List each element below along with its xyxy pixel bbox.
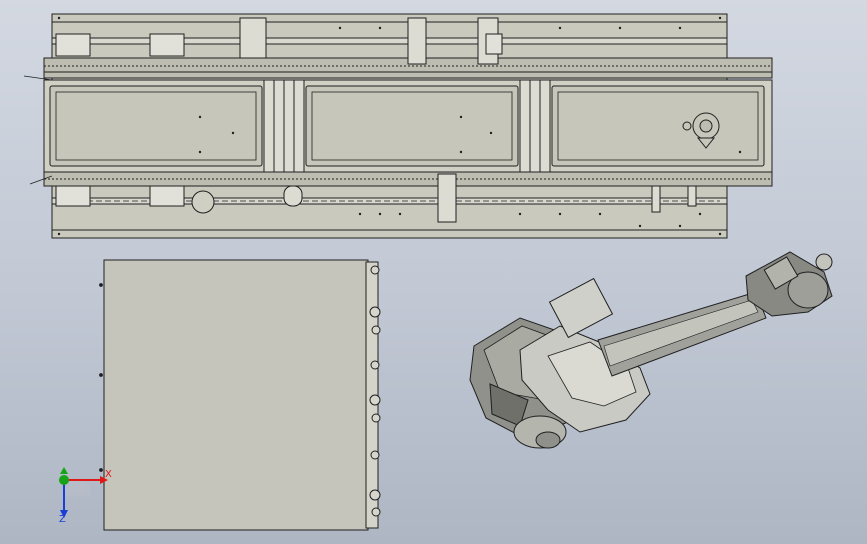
x-axis-label: X [105, 469, 112, 480]
bracket[interactable] [687, 185, 697, 207]
cylinder-block[interactable] [485, 33, 503, 55]
cylinder-block[interactable] [239, 17, 267, 59]
cylinder-block[interactable] [407, 17, 427, 65]
z-axis-label: Z [59, 514, 66, 525]
cad-graphics-viewport[interactable]: X Z [0, 0, 867, 544]
clamp-block[interactable] [55, 185, 91, 207]
fixture-window-1[interactable] [49, 85, 263, 167]
table-edge-marks [99, 283, 103, 472]
robot-arm[interactable] [469, 251, 833, 449]
reference-triad[interactable]: X Z [50, 466, 120, 526]
divider-column-2 [519, 79, 551, 173]
fixture-window-3[interactable] [551, 85, 765, 167]
conveyor-assembly[interactable] [43, 13, 773, 239]
fixture-window-2[interactable] [305, 85, 519, 167]
work-table[interactable] [99, 259, 381, 531]
turret-hub [535, 431, 561, 449]
tool-flange[interactable] [815, 253, 833, 271]
bracket[interactable] [283, 185, 303, 207]
clamp-block[interactable] [149, 185, 185, 207]
y-axis-dot [59, 475, 69, 485]
bracket[interactable] [651, 185, 661, 213]
table-top [103, 259, 369, 531]
cad-model-scene[interactable] [0, 0, 867, 544]
clamp-block[interactable] [149, 33, 185, 57]
y-axis-arrow [60, 467, 68, 474]
clamp-block[interactable] [55, 33, 91, 57]
cylinder-block[interactable] [437, 173, 457, 223]
round-sensor[interactable] [191, 190, 215, 214]
